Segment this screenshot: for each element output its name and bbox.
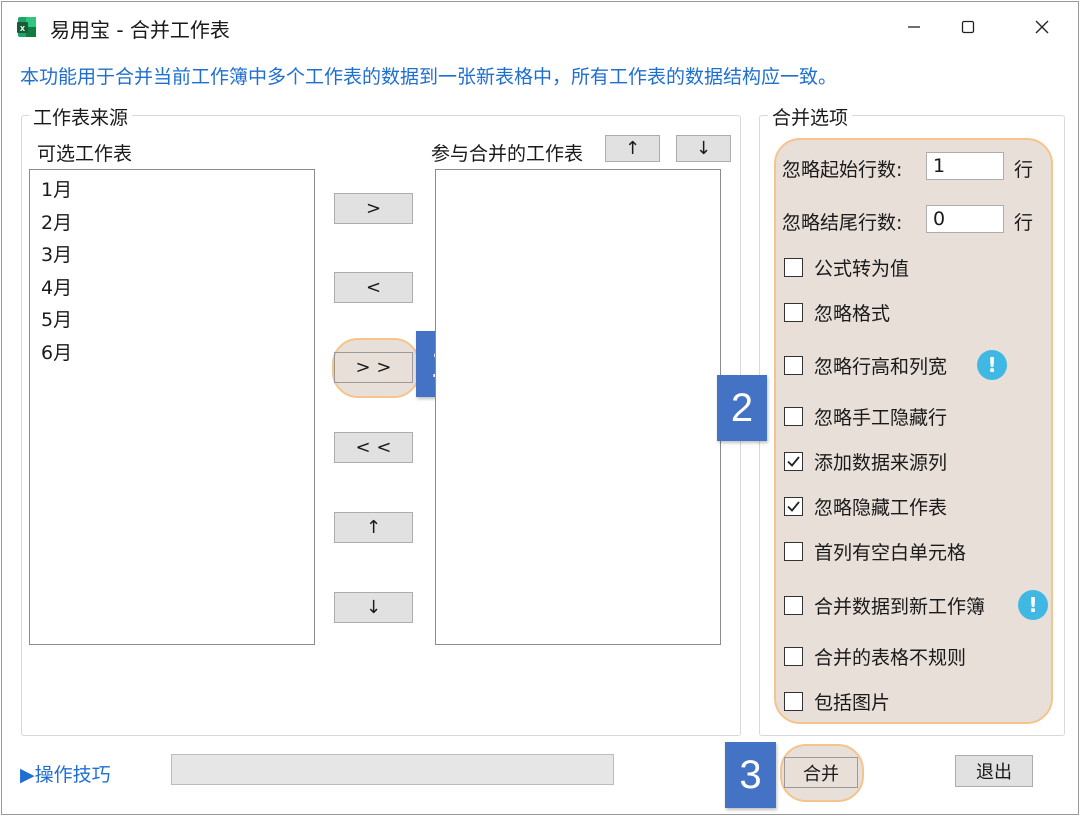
option-label: 忽略格式 bbox=[814, 302, 891, 325]
skip-end-rows-unit: 行 bbox=[1014, 212, 1034, 234]
skip-end-rows-label: 忽略结尾行数: bbox=[782, 212, 903, 234]
option-label: 忽略隐藏工作表 bbox=[814, 496, 948, 519]
description-text: 本功能用于合并当前工作簿中多个工作表的数据到一张新表格中，所有工作表的数据结构应… bbox=[20, 66, 838, 88]
skip-end-rows-input[interactable] bbox=[926, 205, 1004, 233]
merge-to-new-workbook-checkbox[interactable] bbox=[784, 595, 803, 615]
add-source-column-option[interactable]: 添加数据来源列 bbox=[784, 449, 948, 474]
formula-to-value-option[interactable]: 公式转为值 bbox=[784, 255, 910, 280]
option-label: 忽略行高和列宽 bbox=[814, 355, 948, 378]
first-col-blank-checkbox[interactable] bbox=[784, 541, 803, 561]
move-down-button[interactable]: ↓ bbox=[334, 592, 413, 623]
list-item[interactable]: 6月 bbox=[30, 337, 314, 370]
ignore-row-col-size-option[interactable]: 忽略行高和列宽 bbox=[784, 353, 948, 378]
irregular-tables-checkbox[interactable] bbox=[784, 646, 803, 666]
excel-app-icon: x bbox=[16, 16, 38, 38]
selected-sheets-list[interactable] bbox=[435, 169, 721, 645]
option-label: 合并的表格不规则 bbox=[814, 646, 967, 669]
list-item[interactable]: 4月 bbox=[30, 272, 314, 305]
ignore-hidden-sheets-option[interactable]: 忽略隐藏工作表 bbox=[784, 494, 948, 519]
available-sheets-list[interactable]: 1月 2月 3月 4月 5月 6月 bbox=[29, 169, 315, 645]
option-label: 首列有空白单元格 bbox=[814, 541, 967, 564]
first-col-blank-option[interactable]: 首列有空白单元格 bbox=[784, 539, 967, 564]
option-label: 公式转为值 bbox=[814, 257, 910, 280]
tips-link[interactable]: ▶操作技巧 bbox=[20, 760, 115, 787]
info-icon[interactable]: ! bbox=[1018, 590, 1048, 620]
progress-bar bbox=[171, 754, 614, 785]
remove-all-sheets-button[interactable]: < < bbox=[334, 432, 413, 463]
step3-badge: 3 bbox=[725, 742, 776, 808]
move-up-button[interactable]: ↑ bbox=[334, 512, 413, 543]
add-source-column-checkbox[interactable] bbox=[784, 451, 803, 471]
skip-start-rows-input[interactable] bbox=[926, 152, 1004, 180]
selected-sheets-label: 参与合并的工作表 bbox=[431, 143, 584, 165]
add-all-sheets-button[interactable]: > > bbox=[334, 352, 413, 383]
list-item[interactable]: 5月 bbox=[30, 304, 314, 337]
close-icon[interactable] bbox=[1022, 10, 1062, 44]
info-icon[interactable]: ! bbox=[977, 350, 1007, 380]
option-label: 包括图片 bbox=[814, 691, 891, 714]
list-item[interactable]: 2月 bbox=[30, 207, 314, 240]
selected-move-up-button[interactable]: ↑ bbox=[605, 135, 660, 162]
checkmark-icon bbox=[787, 455, 800, 467]
svg-text:x: x bbox=[20, 23, 25, 33]
window-title: 易用宝 - 合并工作表 bbox=[50, 18, 230, 42]
remove-sheet-button[interactable]: < bbox=[334, 272, 413, 303]
irregular-tables-option[interactable]: 合并的表格不规则 bbox=[784, 644, 967, 669]
ignore-hidden-rows-option[interactable]: 忽略手工隐藏行 bbox=[784, 404, 948, 429]
formula-to-value-checkbox[interactable] bbox=[784, 257, 803, 277]
options-group-title: 合并选项 bbox=[768, 103, 853, 130]
option-label: 合并数据到新工作簿 bbox=[814, 595, 986, 618]
exit-button[interactable]: 退出 bbox=[955, 755, 1033, 787]
merge-button[interactable]: 合并 bbox=[784, 757, 858, 788]
option-label: 忽略手工隐藏行 bbox=[814, 406, 948, 429]
ignore-hidden-rows-checkbox[interactable] bbox=[784, 406, 803, 426]
merge-to-new-workbook-option[interactable]: 合并数据到新工作簿 bbox=[784, 593, 986, 618]
list-item[interactable]: 3月 bbox=[30, 239, 314, 272]
maximize-icon[interactable] bbox=[948, 10, 988, 44]
ignore-format-option[interactable]: 忽略格式 bbox=[784, 300, 891, 325]
option-label: 添加数据来源列 bbox=[814, 451, 948, 474]
ignore-row-col-size-checkbox[interactable] bbox=[784, 355, 803, 375]
skip-start-rows-label: 忽略起始行数: bbox=[782, 159, 903, 181]
available-sheets-label: 可选工作表 bbox=[37, 143, 133, 165]
selected-move-down-button[interactable]: ↓ bbox=[676, 135, 731, 162]
minimize-icon[interactable] bbox=[894, 10, 934, 44]
dialog-window: x 易用宝 - 合并工作表 本功能用于合并当前工作簿中多个工作表的数据到一张新表… bbox=[1, 1, 1079, 815]
include-images-option[interactable]: 包括图片 bbox=[784, 689, 891, 714]
skip-start-rows-unit: 行 bbox=[1014, 159, 1034, 181]
source-group-title: 工作表来源 bbox=[29, 103, 133, 130]
title-bar[interactable]: x 易用宝 - 合并工作表 bbox=[2, 2, 1078, 52]
step2-badge: 2 bbox=[717, 375, 767, 441]
add-sheet-button[interactable]: > bbox=[334, 193, 413, 224]
list-item[interactable]: 1月 bbox=[30, 174, 314, 207]
checkmark-icon bbox=[787, 500, 800, 512]
include-images-checkbox[interactable] bbox=[784, 691, 803, 711]
ignore-hidden-sheets-checkbox[interactable] bbox=[784, 496, 803, 516]
ignore-format-checkbox[interactable] bbox=[784, 302, 803, 322]
